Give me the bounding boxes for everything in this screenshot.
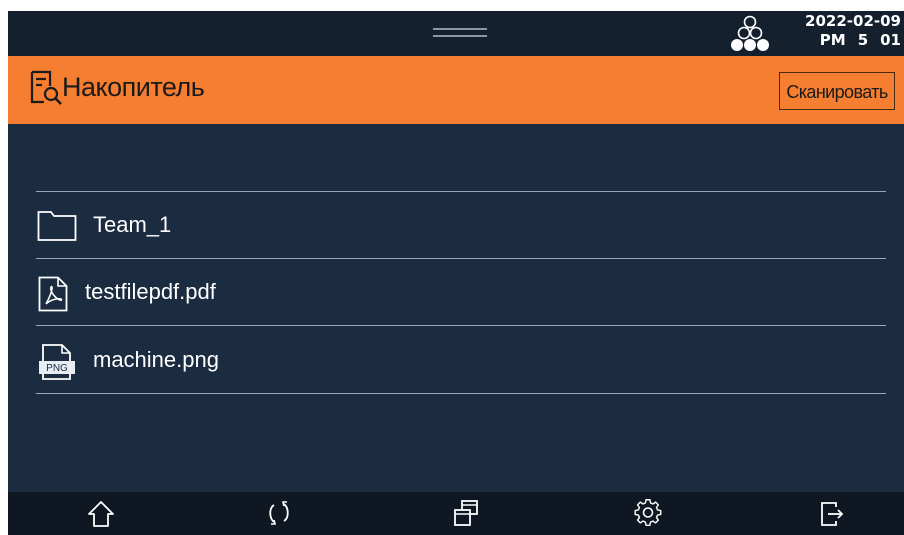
list-item-pdf[interactable]: testfilepdf.pdf xyxy=(36,259,886,326)
logout-icon xyxy=(821,502,844,526)
screen: 2022-02-09 PM 5 01 Накопитель Сканироват… xyxy=(8,11,904,535)
hour: 5 xyxy=(857,31,869,49)
nav-logout-button[interactable] xyxy=(801,492,861,535)
folder-icon xyxy=(37,211,77,241)
list-item-png[interactable]: PNG machine.png xyxy=(36,327,886,394)
nav-windows-button[interactable] xyxy=(436,492,496,535)
file-name: Team_1 xyxy=(93,212,172,237)
status-bar: 2022-02-09 PM 5 01 xyxy=(8,11,904,56)
bottom-nav xyxy=(8,492,904,535)
page-title: Накопитель xyxy=(62,72,205,102)
storage-search-icon xyxy=(30,70,62,105)
home-icon xyxy=(88,501,114,527)
network-status-icon xyxy=(731,15,769,51)
png-icon-text: PNG xyxy=(46,363,68,374)
nav-refresh-button[interactable] xyxy=(249,492,309,535)
png-file-icon: PNG xyxy=(39,344,75,380)
file-name: testfilepdf.pdf xyxy=(85,279,216,304)
drag-handle[interactable] xyxy=(433,28,487,42)
minute: 01 xyxy=(880,31,901,49)
date: 2022-02-09 xyxy=(805,12,901,30)
ampm: PM xyxy=(819,31,846,49)
nav-home-button[interactable] xyxy=(71,492,131,535)
nav-settings-button[interactable] xyxy=(618,492,678,535)
scan-button[interactable]: Сканировать xyxy=(779,72,895,110)
datetime: 2022-02-09 PM 5 01 xyxy=(791,12,901,50)
windows-icon xyxy=(454,500,478,526)
settings-icon xyxy=(634,499,662,526)
list-item-folder[interactable]: Team_1 xyxy=(36,192,886,259)
refresh-icon xyxy=(269,501,289,525)
file-name: machine.png xyxy=(93,347,219,372)
title-bar: Накопитель Сканировать xyxy=(8,56,904,124)
time: PM 5 01 xyxy=(791,31,901,50)
pdf-file-icon xyxy=(38,276,68,312)
